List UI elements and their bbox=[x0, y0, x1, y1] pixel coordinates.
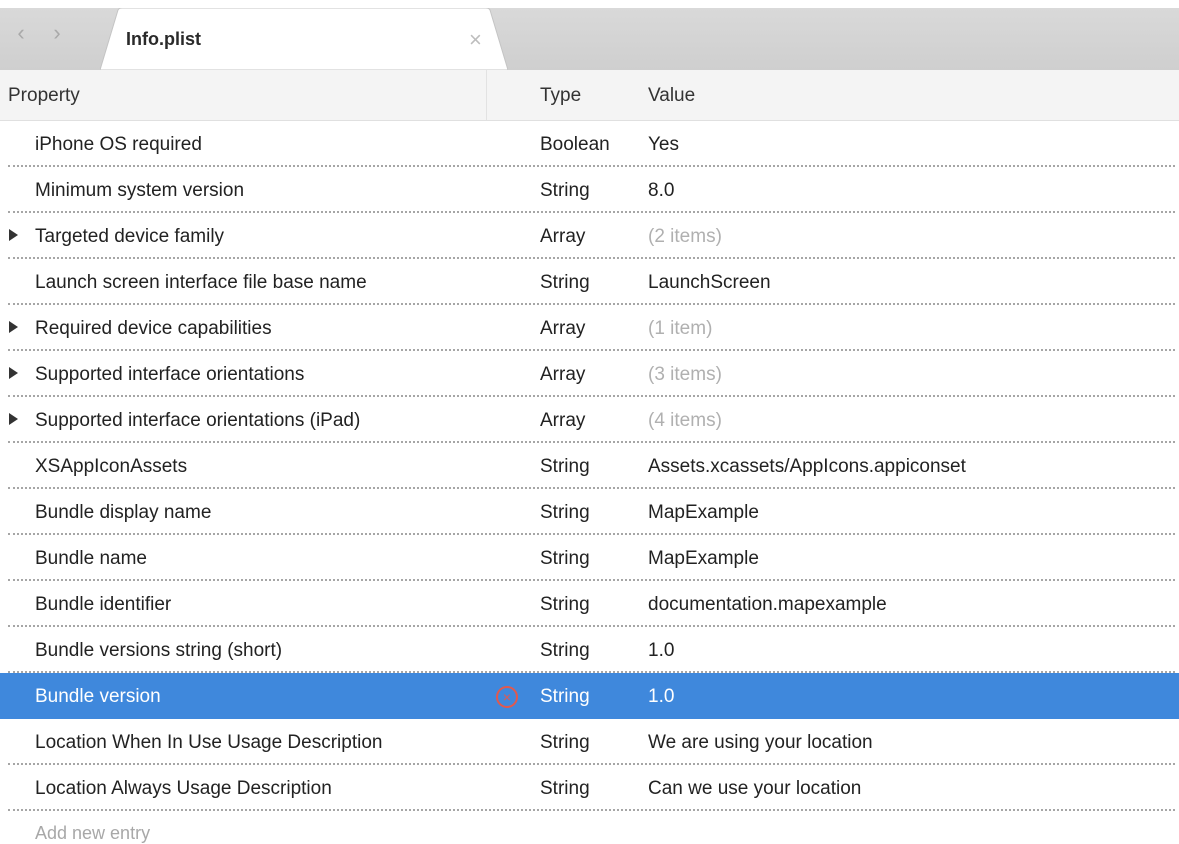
property-key[interactable]: Targeted device family bbox=[35, 226, 224, 248]
property-type[interactable]: Boolean bbox=[540, 134, 610, 156]
property-value[interactable]: 1.0 bbox=[648, 686, 674, 708]
tab-info-plist[interactable]: Info.plist × bbox=[100, 8, 508, 70]
property-value[interactable]: LaunchScreen bbox=[648, 272, 771, 294]
column-divider[interactable] bbox=[486, 70, 487, 120]
property-key[interactable]: iPhone OS required bbox=[35, 134, 202, 156]
property-key[interactable]: Required device capabilities bbox=[35, 318, 272, 340]
property-key[interactable]: Supported interface orientations (iPad) bbox=[35, 410, 360, 432]
tab-close-icon[interactable]: × bbox=[469, 27, 482, 53]
navigation-arrows: ‹ › bbox=[14, 20, 64, 46]
column-header-property[interactable]: Property bbox=[8, 85, 80, 107]
property-value[interactable]: 8.0 bbox=[648, 180, 674, 202]
property-type[interactable]: String bbox=[540, 640, 590, 662]
remove-entry-icon[interactable]: × bbox=[496, 686, 518, 708]
property-type[interactable]: String bbox=[540, 732, 590, 754]
property-value[interactable]: (4 items) bbox=[648, 410, 722, 432]
disclosure-triangle-icon[interactable] bbox=[9, 367, 18, 379]
add-entry-row[interactable]: Add new entry bbox=[0, 811, 1179, 844]
property-type[interactable]: String bbox=[540, 686, 590, 708]
property-value[interactable]: (3 items) bbox=[648, 364, 722, 386]
property-value[interactable]: (2 items) bbox=[648, 226, 722, 248]
property-value[interactable]: 1.0 bbox=[648, 640, 674, 662]
property-key[interactable]: Bundle display name bbox=[35, 502, 211, 524]
property-key[interactable]: Location When In Use Usage Description bbox=[35, 732, 382, 754]
property-key[interactable]: Bundle versions string (short) bbox=[35, 640, 282, 662]
tab-bar: ‹ › Info.plist × bbox=[0, 0, 1179, 71]
column-header: Property Type Value bbox=[0, 70, 1179, 121]
property-value[interactable]: Assets.xcassets/AppIcons.appiconset bbox=[648, 456, 966, 478]
property-type[interactable]: String bbox=[540, 594, 590, 616]
property-type[interactable]: Array bbox=[540, 364, 585, 386]
table-row[interactable]: Location When In Use Usage Description St… bbox=[0, 719, 1179, 765]
property-value[interactable]: documentation.mapexample bbox=[648, 594, 887, 616]
property-key[interactable]: Bundle version bbox=[35, 686, 161, 708]
table-row[interactable]: XSAppIconAssets String Assets.xcassets/App… bbox=[0, 443, 1179, 489]
disclosure-triangle-icon[interactable] bbox=[9, 321, 18, 333]
back-arrow-icon[interactable]: ‹ bbox=[14, 20, 28, 46]
add-entry-label[interactable]: Add new entry bbox=[35, 823, 150, 844]
column-header-type[interactable]: Type bbox=[540, 85, 581, 107]
property-type[interactable]: String bbox=[540, 272, 590, 294]
table-row[interactable]: Supported interface orientations (iPad) A… bbox=[0, 397, 1179, 443]
property-type[interactable]: Array bbox=[540, 226, 585, 248]
property-value[interactable]: (1 item) bbox=[648, 318, 712, 340]
table-row[interactable]: Required device capabilities Array (1 item… bbox=[0, 305, 1179, 351]
property-value[interactable]: MapExample bbox=[648, 548, 759, 570]
property-value[interactable]: We are using your location bbox=[648, 732, 873, 754]
table-row[interactable]: Bundle name String MapExample bbox=[0, 535, 1179, 581]
table-row[interactable]: Supported interface orientations Array (3 … bbox=[0, 351, 1179, 397]
disclosure-triangle-icon[interactable] bbox=[9, 413, 18, 425]
table-row[interactable]: Location Always Usage Description String C… bbox=[0, 765, 1179, 811]
property-key[interactable]: Bundle identifier bbox=[35, 594, 171, 616]
forward-arrow-icon[interactable]: › bbox=[50, 20, 64, 46]
table-row[interactable]: Bundle identifier String documentation.map… bbox=[0, 581, 1179, 627]
property-key[interactable]: Supported interface orientations bbox=[35, 364, 304, 386]
property-list: iPhone OS required Boolean Yes Minimum syst… bbox=[0, 121, 1179, 811]
table-row[interactable]: Bundle display name String MapExample bbox=[0, 489, 1179, 535]
property-value[interactable]: MapExample bbox=[648, 502, 759, 524]
property-type[interactable]: String bbox=[540, 456, 590, 478]
column-header-value[interactable]: Value bbox=[648, 85, 695, 107]
table-row[interactable]: Targeted device family Array (2 items) bbox=[0, 213, 1179, 259]
property-type[interactable]: Array bbox=[540, 318, 585, 340]
table-row[interactable]: Launch screen interface file base name St… bbox=[0, 259, 1179, 305]
property-type[interactable]: String bbox=[540, 548, 590, 570]
property-type[interactable]: String bbox=[540, 180, 590, 202]
table-row[interactable]: iPhone OS required Boolean Yes bbox=[0, 121, 1179, 167]
property-type[interactable]: Array bbox=[540, 410, 585, 432]
property-key[interactable]: Location Always Usage Description bbox=[35, 778, 332, 800]
property-type[interactable]: String bbox=[540, 778, 590, 800]
table-row[interactable]: Minimum system version String 8.0 bbox=[0, 167, 1179, 213]
property-key[interactable]: XSAppIconAssets bbox=[35, 456, 187, 478]
tab-title: Info.plist bbox=[126, 29, 201, 49]
property-value[interactable]: Yes bbox=[648, 134, 679, 156]
table-row[interactable]: Bundle versions string (short) String 1.0 bbox=[0, 627, 1179, 673]
property-key[interactable]: Bundle name bbox=[35, 548, 147, 570]
disclosure-triangle-icon[interactable] bbox=[9, 229, 18, 241]
property-key[interactable]: Minimum system version bbox=[35, 180, 244, 202]
table-row[interactable]: Bundle version × String 1.0 bbox=[0, 673, 1179, 719]
property-key[interactable]: Launch screen interface file base name bbox=[35, 272, 367, 294]
property-type[interactable]: String bbox=[540, 502, 590, 524]
property-value[interactable]: Can we use your location bbox=[648, 778, 861, 800]
